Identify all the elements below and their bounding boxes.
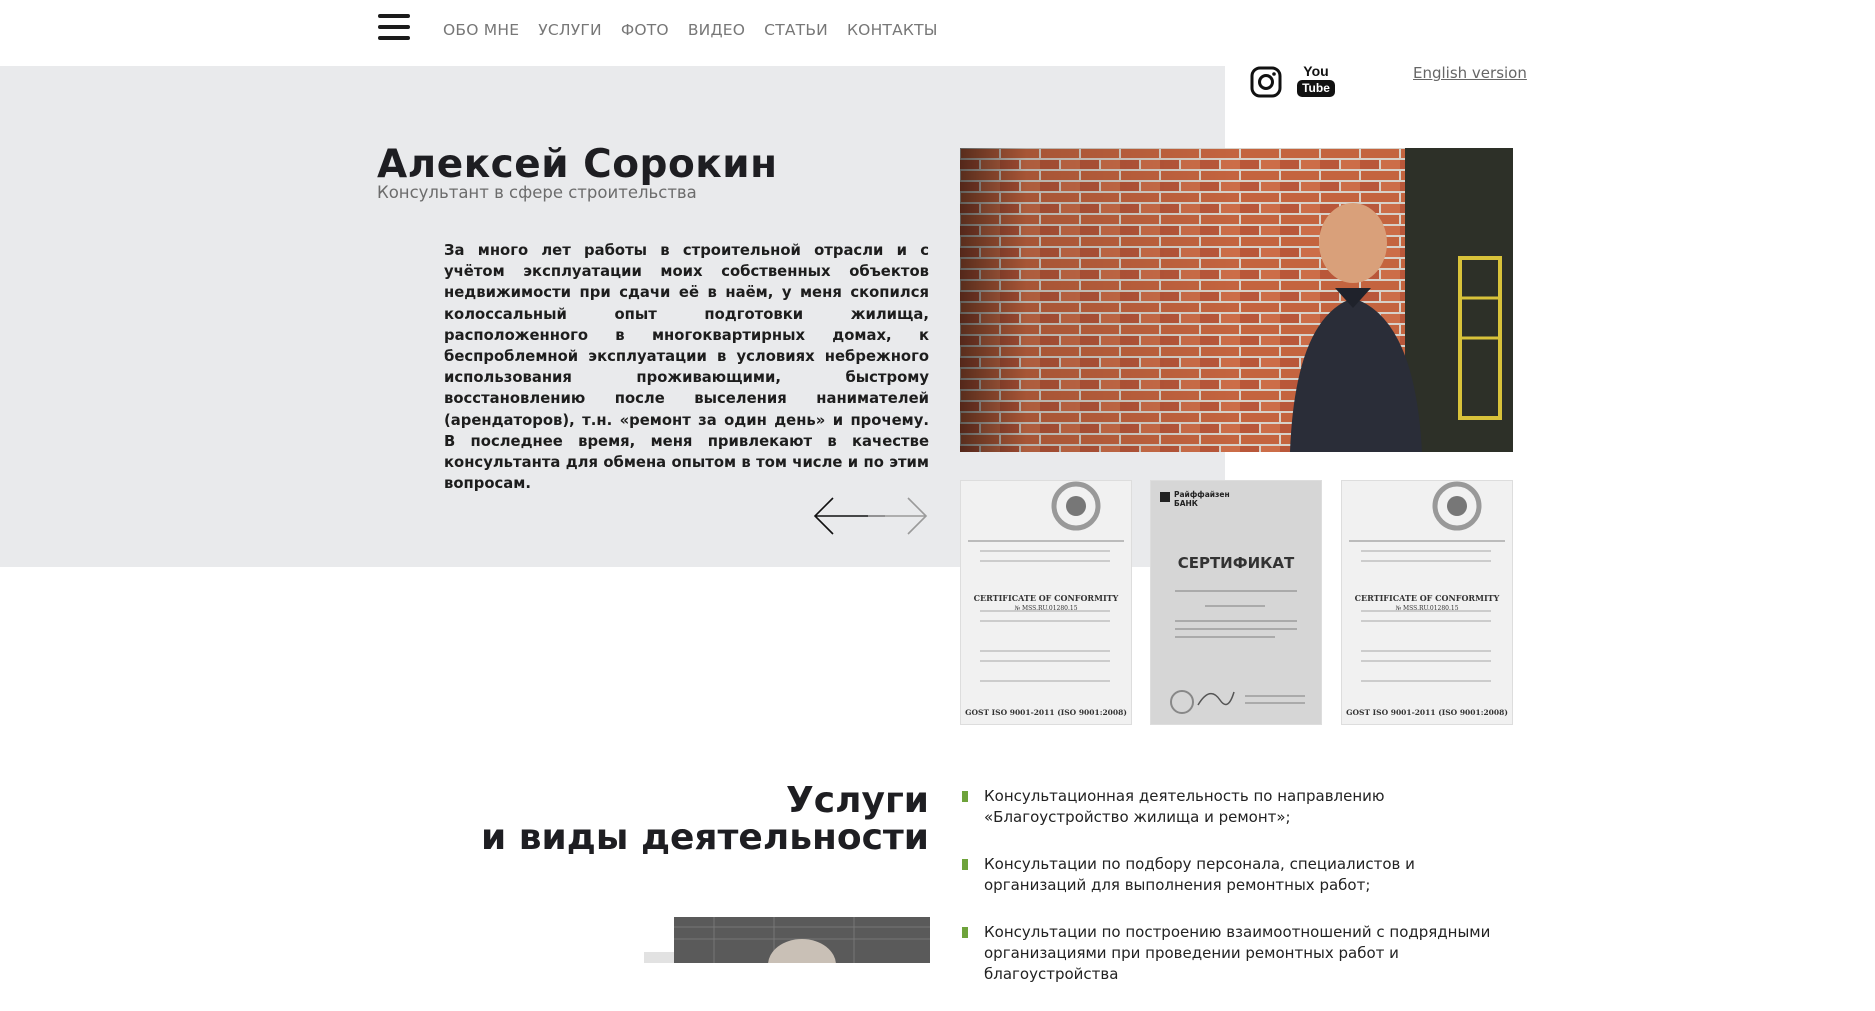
hamburger-menu-icon[interactable] bbox=[378, 14, 410, 44]
page-title: Алексей Сорокин bbox=[377, 142, 778, 187]
nav-item-video[interactable]: ВИДЕО bbox=[688, 21, 745, 39]
services-title-line2: и виды деятельности bbox=[481, 817, 929, 858]
instagram-icon[interactable] bbox=[1250, 66, 1282, 98]
services-photo-backdrop bbox=[644, 952, 674, 963]
page-subtitle: Консультант в сфере строительства bbox=[377, 183, 697, 202]
service-text: Консультационная деятельность по направл… bbox=[984, 787, 1385, 826]
certificate-heading: CERTIFICATE OF CONFORMITY bbox=[973, 593, 1119, 603]
bullet-marker bbox=[962, 791, 968, 802]
list-item: Консультационная деятельность по направл… bbox=[960, 786, 1500, 828]
certificate-thumbnail[interactable]: Райффайзен БАНК СЕРТИФИКАТ bbox=[1150, 480, 1322, 725]
certificate-heading: CERTIFICATE OF CONFORMITY bbox=[1354, 593, 1500, 603]
certificate-number: № MSS.RU.01280.15 bbox=[1014, 605, 1078, 612]
services-list: Консультационная деятельность по направл… bbox=[960, 786, 1500, 1011]
portrait-photo bbox=[960, 148, 1513, 452]
main-nav: ОБО МНЕ УСЛУГИ ФОТО ВИДЕО СТАТЬИ КОНТАКТ… bbox=[443, 21, 938, 39]
services-title: Услуги и виды деятельности bbox=[470, 782, 929, 856]
nav-item-contacts[interactable]: КОНТАКТЫ bbox=[847, 21, 938, 39]
services-title-line1: Услуги bbox=[786, 780, 929, 821]
list-item: Консультации по подбору персонала, специ… bbox=[960, 854, 1500, 896]
youtube-tube-text: Tube bbox=[1297, 80, 1335, 97]
certificate-thumbnail[interactable]: CERTIFICATE OF CONFORMITY № MSS.RU.01280… bbox=[1341, 480, 1513, 725]
certificate-thumbnail[interactable]: CERTIFICATE OF CONFORMITY № MSS.RU.01280… bbox=[960, 480, 1132, 725]
english-version-link[interactable]: English version bbox=[1413, 64, 1527, 82]
service-text: Консультации по подбору персонала, специ… bbox=[984, 855, 1415, 894]
bullet-marker bbox=[962, 927, 968, 938]
slider-next-arrow-icon[interactable] bbox=[866, 496, 930, 536]
certificate-standard: GOST ISO 9001-2011 (ISO 9001:2008) bbox=[1346, 708, 1508, 717]
certificate-number: № MSS.RU.01280.15 bbox=[1395, 605, 1459, 612]
certificate-standard: GOST ISO 9001-2011 (ISO 9001:2008) bbox=[965, 708, 1127, 717]
nav-item-about[interactable]: ОБО МНЕ bbox=[443, 21, 519, 39]
list-item: Консультации по построению взаимоотношен… bbox=[960, 922, 1500, 985]
nav-item-photo[interactable]: ФОТО bbox=[621, 21, 669, 39]
nav-item-articles[interactable]: СТАТЬИ bbox=[764, 21, 828, 39]
services-photo bbox=[674, 917, 930, 963]
about-text: За много лет работы в строительной отрас… bbox=[444, 242, 929, 493]
service-text: Консультации по построению взаимоотношен… bbox=[984, 923, 1491, 983]
nav-item-services[interactable]: УСЛУГИ bbox=[538, 21, 602, 39]
youtube-you-text: You bbox=[1303, 63, 1329, 79]
bullet-marker bbox=[962, 859, 968, 870]
youtube-icon[interactable]: You Tube bbox=[1297, 64, 1335, 100]
